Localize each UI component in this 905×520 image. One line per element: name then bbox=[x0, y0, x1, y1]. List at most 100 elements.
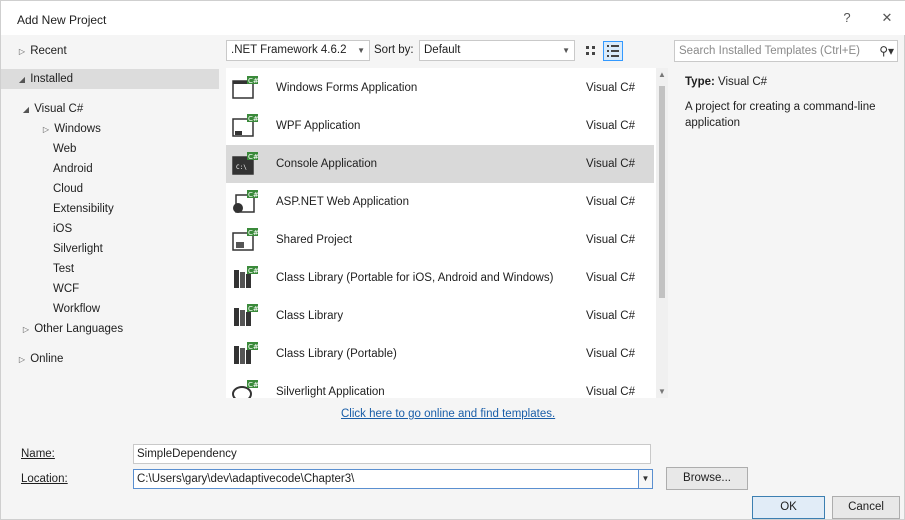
class-library-icon: C# bbox=[234, 304, 258, 326]
tree-item-label: Visual C# bbox=[34, 103, 84, 115]
template-name: ASP.NET Web Application bbox=[276, 196, 409, 208]
framework-value: .NET Framework 4.6.2 bbox=[231, 44, 347, 56]
tree-item-android[interactable]: Android bbox=[1, 159, 219, 179]
template-name: Silverlight Application bbox=[276, 386, 385, 398]
template-language: Visual C# bbox=[586, 272, 636, 284]
template-list: C# Windows Forms Application Visual C# C… bbox=[226, 68, 662, 398]
framework-dropdown[interactable]: .NET Framework 4.6.2 ▼ bbox=[226, 40, 370, 61]
tree-item-label: Windows bbox=[54, 123, 101, 135]
name-label: Name: bbox=[21, 448, 55, 460]
template-item-windows-forms[interactable]: C# Windows Forms Application Visual C# bbox=[226, 69, 654, 107]
scroll-down-icon[interactable]: ▼ bbox=[658, 387, 666, 396]
svg-text:C#: C# bbox=[248, 381, 258, 389]
template-name: Console Application bbox=[276, 158, 378, 170]
template-item-class-library[interactable]: C# Class Library Visual C# bbox=[226, 297, 654, 335]
template-language: Visual C# bbox=[586, 120, 636, 132]
project-name-field[interactable]: SimpleDependency bbox=[133, 444, 651, 464]
list-view-button[interactable] bbox=[603, 41, 623, 61]
class-library-icon: C# bbox=[234, 266, 258, 288]
small-icons-view-button[interactable] bbox=[581, 41, 601, 61]
template-name: WPF Application bbox=[276, 120, 361, 132]
template-name: Class Library (Portable for iOS, Android… bbox=[276, 272, 554, 284]
tree-item-visual-csharp[interactable]: ◢ Visual C# bbox=[1, 99, 219, 119]
class-library-icon: C# bbox=[234, 342, 258, 364]
template-language: Visual C# bbox=[586, 196, 636, 208]
template-name: Class Library bbox=[276, 310, 344, 322]
search-placeholder: Search Installed Templates (Ctrl+E) bbox=[679, 45, 860, 57]
location-label-text: Location: bbox=[21, 473, 68, 485]
close-button[interactable]: ✕ bbox=[877, 10, 897, 26]
category-tree: ▷ Recent ◢ Installed ◢ Visual C# ▷ Windo… bbox=[1, 37, 223, 429]
chevron-down-icon: ▼ bbox=[562, 46, 570, 55]
tree-item-web[interactable]: Web bbox=[1, 139, 219, 159]
tree-item-ios[interactable]: iOS bbox=[1, 219, 219, 239]
scrollbar-thumb[interactable] bbox=[659, 86, 665, 298]
silverlight-icon: C# bbox=[232, 380, 258, 398]
location-label: Location: bbox=[21, 473, 68, 485]
svg-text:C#: C# bbox=[248, 115, 258, 123]
template-language: Visual C# bbox=[586, 234, 636, 246]
browse-button[interactable]: Browse... bbox=[666, 467, 748, 490]
template-item-shared-project[interactable]: C# Shared Project Visual C# bbox=[226, 221, 654, 259]
online-templates-link[interactable]: Click here to go online and find templat… bbox=[341, 408, 555, 420]
scroll-up-icon[interactable]: ▲ bbox=[658, 70, 666, 79]
tree-item-silverlight[interactable]: Silverlight bbox=[1, 239, 219, 259]
location-dropdown-button[interactable]: ▼ bbox=[638, 469, 653, 489]
tree-item-label: Recent bbox=[30, 45, 67, 57]
web-globe-icon: C# bbox=[233, 190, 258, 213]
template-list-scrollbar[interactable]: ▲ ▼ bbox=[656, 68, 668, 398]
tree-item-recent[interactable]: ▷ Recent bbox=[1, 41, 219, 61]
template-name: Windows Forms Application bbox=[276, 82, 418, 94]
tree-item-workflow[interactable]: Workflow bbox=[1, 299, 219, 319]
help-button[interactable]: ? bbox=[837, 10, 857, 25]
tree-item-installed[interactable]: ◢ Installed bbox=[1, 69, 219, 89]
tree-item-label: Other Languages bbox=[34, 323, 124, 335]
add-new-project-dialog: Add New Project ? ✕ ▷ Recent ◢ Installed… bbox=[0, 0, 905, 520]
cancel-button[interactable]: Cancel bbox=[832, 496, 900, 519]
location-field[interactable]: C:\Users\gary\dev\adaptivecode\Chapter3\ bbox=[133, 469, 639, 489]
search-icon[interactable]: ⚲▾ bbox=[879, 41, 894, 61]
expand-arrow-icon: ▷ bbox=[42, 125, 50, 134]
expand-arrow-icon: ▷ bbox=[22, 325, 30, 334]
tree-item-extensibility[interactable]: Extensibility bbox=[1, 199, 219, 219]
template-name: Shared Project bbox=[276, 234, 353, 246]
tree-item-test[interactable]: Test bbox=[1, 259, 219, 279]
tree-item-cloud[interactable]: Cloud bbox=[1, 179, 219, 199]
chevron-down-icon: ▼ bbox=[641, 474, 650, 483]
type-value: Visual C# bbox=[718, 76, 768, 88]
template-item-console[interactable]: C:\ C# Console Application Visual C# bbox=[226, 145, 654, 183]
name-label-text: Name: bbox=[21, 448, 55, 460]
expand-arrow-icon: ▷ bbox=[18, 355, 26, 364]
tree-item-wcf[interactable]: WCF bbox=[1, 279, 219, 299]
dialog-title: Add New Project bbox=[17, 13, 107, 27]
tree-item-other-languages[interactable]: ▷ Other Languages bbox=[1, 319, 219, 339]
sort-by-label: Sort by: bbox=[374, 44, 414, 56]
template-item-class-library-portable-ios[interactable]: C# Class Library (Portable for iOS, Andr… bbox=[226, 259, 654, 297]
template-language: Visual C# bbox=[586, 348, 636, 360]
template-name: Class Library (Portable) bbox=[276, 348, 397, 360]
svg-text:C#: C# bbox=[248, 267, 258, 275]
svg-text:C#: C# bbox=[248, 305, 258, 313]
tree-item-online[interactable]: ▷ Online bbox=[1, 349, 219, 369]
template-type-info: Type: Visual C# bbox=[685, 76, 767, 88]
ok-button[interactable]: OK bbox=[752, 496, 825, 519]
console-icon: C:\ C# bbox=[232, 152, 258, 175]
template-description: A project for creating a command-line ap… bbox=[685, 101, 876, 129]
template-item-silverlight[interactable]: C# Silverlight Application Visual C# bbox=[226, 373, 654, 398]
wpf-window-icon: C# bbox=[232, 114, 258, 137]
expand-arrow-icon: ▷ bbox=[18, 47, 26, 56]
sort-dropdown[interactable]: Default ▼ bbox=[419, 40, 575, 61]
template-language: Visual C# bbox=[586, 158, 636, 170]
shared-project-icon: C# bbox=[232, 228, 258, 251]
template-item-class-library-portable[interactable]: C# Class Library (Portable) Visual C# bbox=[226, 335, 654, 373]
svg-text:C#: C# bbox=[248, 229, 258, 237]
window-form-icon: C# bbox=[232, 76, 258, 99]
tree-item-label: Online bbox=[30, 353, 64, 365]
template-item-wpf[interactable]: C# WPF Application Visual C# bbox=[226, 107, 654, 145]
tree-item-windows[interactable]: ▷ Windows bbox=[1, 119, 219, 139]
template-item-aspnet[interactable]: C# ASP.NET Web Application Visual C# bbox=[226, 183, 654, 221]
template-language: Visual C# bbox=[586, 386, 636, 398]
svg-text:C#: C# bbox=[248, 191, 258, 199]
search-templates-input[interactable]: Search Installed Templates (Ctrl+E) ⚲▾ bbox=[674, 40, 898, 62]
svg-text:C#: C# bbox=[248, 343, 258, 351]
